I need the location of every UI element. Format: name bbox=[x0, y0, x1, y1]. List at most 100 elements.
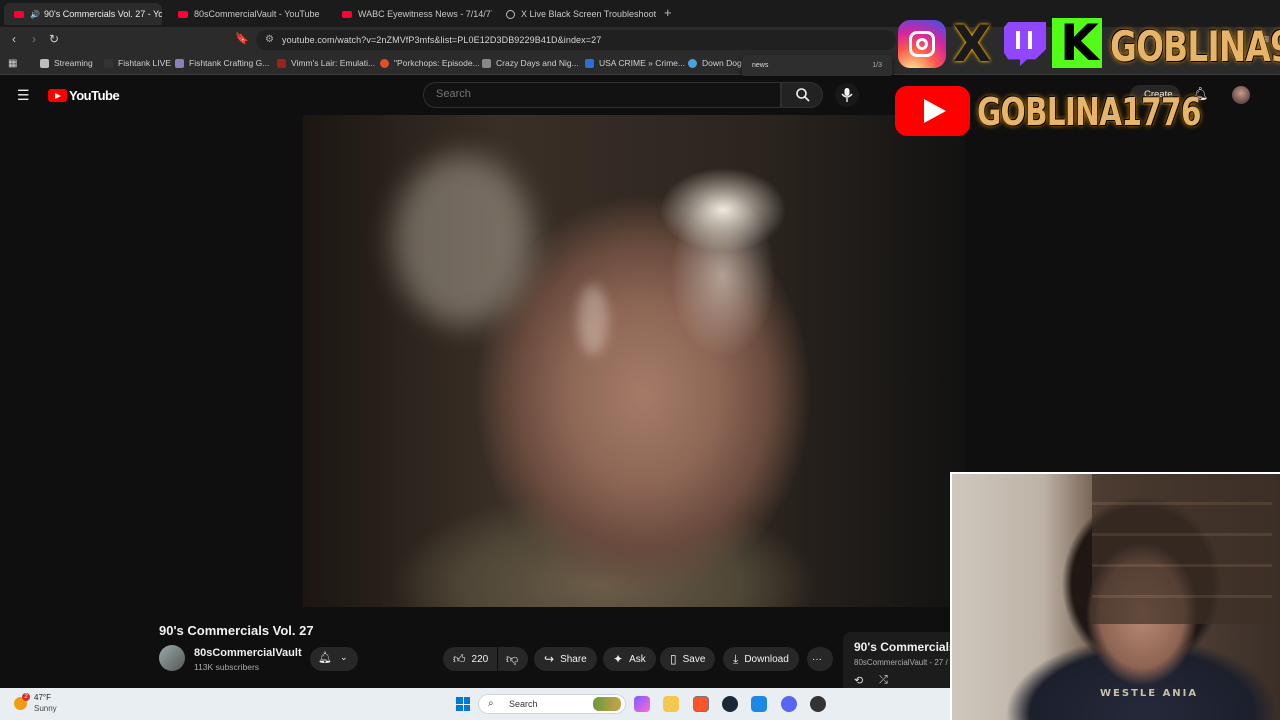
webcam-overlay: WESTLE ANIA bbox=[950, 472, 1280, 720]
youtube-favicon-icon bbox=[178, 10, 188, 18]
shirt-print: WESTLE ANIA bbox=[1100, 688, 1199, 699]
apps-grid-icon[interactable]: ▦ bbox=[8, 58, 17, 69]
bookmark-porkchops[interactable]: "Porkchops: Episode... bbox=[380, 58, 480, 68]
youtube-logo-text[interactable]: YouTube bbox=[69, 88, 120, 103]
ask-label: Ask bbox=[629, 653, 646, 665]
channel-avatar[interactable] bbox=[159, 645, 185, 671]
download-label: Download bbox=[744, 653, 789, 665]
file-explorer-icon[interactable] bbox=[663, 696, 679, 712]
like-button[interactable]: 👍︎ 220 bbox=[443, 647, 497, 671]
ask-button[interactable]: ✦ Ask bbox=[603, 647, 656, 671]
shuffle-icon[interactable]: ⤮ bbox=[879, 674, 888, 687]
tab-x-troubleshooting[interactable]: X Live Black Screen Troubleshooting bbox=[496, 3, 656, 25]
find-count: 1/3 bbox=[872, 62, 882, 69]
discord-icon[interactable] bbox=[781, 696, 797, 712]
bookmark-streaming[interactable]: Streaming bbox=[40, 58, 93, 68]
page-icon bbox=[585, 58, 594, 68]
save-button[interactable]: ▯ Save bbox=[660, 647, 716, 671]
dislike-button[interactable]: 👎︎ bbox=[498, 647, 528, 671]
taskbar-search[interactable]: ⌕ Search bbox=[478, 694, 626, 714]
tab-wabc[interactable]: WABC Eyewitness News - 7/14/77 - Y bbox=[332, 3, 492, 25]
search-highlight-icon bbox=[593, 697, 621, 711]
search-box[interactable] bbox=[423, 82, 781, 108]
fishtank-icon bbox=[104, 58, 113, 68]
address-bar[interactable]: ⚙ youtube.com/watch?v=2nZMVfP3mfs&list=P… bbox=[256, 30, 896, 50]
share-button[interactable]: ↪ Share bbox=[534, 647, 597, 671]
bookmark-down-dog[interactable]: Down Dog bbox=[688, 58, 742, 68]
chevron-down-icon: ⌄ bbox=[340, 652, 348, 662]
overlay-handle-bottom: GOBLINA1776 bbox=[977, 90, 1201, 134]
thumbs-down-icon: 👎︎ bbox=[506, 651, 519, 666]
obs-studio-icon[interactable] bbox=[810, 696, 826, 712]
video-frame-highlight bbox=[393, 155, 533, 325]
loading-spinner-icon bbox=[506, 9, 515, 19]
notepad-icon[interactable] bbox=[751, 696, 767, 712]
thumbs-up-icon: 👍︎ bbox=[453, 651, 466, 666]
page-icon bbox=[175, 58, 184, 68]
back-icon[interactable]: ‹ bbox=[6, 32, 22, 46]
channel-name[interactable]: 80sCommercialVault bbox=[194, 647, 302, 659]
video-player[interactable] bbox=[303, 115, 965, 607]
weather-temperature[interactable]: 47°F bbox=[34, 693, 51, 702]
weather-condition[interactable]: Sunny bbox=[34, 704, 57, 713]
copilot-icon[interactable] bbox=[634, 696, 650, 712]
playlist-title: 90's Commercials bbox=[854, 640, 950, 654]
search-icon: ⌕ bbox=[488, 698, 494, 709]
find-query[interactable]: news bbox=[752, 62, 768, 69]
youtube-logo-icon[interactable] bbox=[48, 89, 67, 102]
share-label: Share bbox=[560, 653, 587, 665]
dog-icon bbox=[688, 58, 697, 68]
tab-active[interactable]: 🔊 90's Commercials Vol. 27 - Yo ✕ bbox=[4, 3, 162, 25]
bookmark-icon: ▯ bbox=[670, 652, 677, 666]
playlist-subtitle: 80sCommercialVault - 27 / bbox=[854, 658, 948, 667]
search-icon bbox=[796, 88, 810, 102]
bookmark-vimms-lair[interactable]: Vimm's Lair: Emulati... bbox=[277, 58, 375, 68]
search-input[interactable] bbox=[436, 88, 766, 100]
youtube-favicon-icon bbox=[342, 10, 352, 18]
page-icon bbox=[482, 58, 491, 68]
search-button[interactable] bbox=[781, 82, 823, 108]
webcam-shelf bbox=[1092, 474, 1272, 624]
tab-channel[interactable]: 80sCommercialVault - YouTube bbox=[168, 3, 328, 25]
new-tab-button[interactable]: + bbox=[664, 5, 672, 20]
sparkle-icon: ✦ bbox=[613, 652, 624, 666]
find-in-page-popup[interactable]: news 1/3 bbox=[742, 55, 892, 77]
more-icon: ··· bbox=[812, 653, 822, 665]
vimm-icon bbox=[277, 58, 286, 68]
tab-audio-icon[interactable]: 🔊 bbox=[30, 10, 40, 19]
site-info-icon[interactable]: ⚙ bbox=[265, 34, 274, 45]
bookmark-fishtank-crafting[interactable]: Fishtank Crafting G... bbox=[175, 58, 269, 68]
voice-search-button[interactable] bbox=[835, 83, 859, 107]
globe-icon bbox=[380, 58, 389, 68]
like-count: 220 bbox=[471, 653, 489, 665]
more-actions-button[interactable]: ··· bbox=[807, 647, 833, 671]
steam-icon[interactable] bbox=[722, 696, 738, 712]
forward-icon[interactable]: › bbox=[26, 32, 42, 46]
reload-icon[interactable]: ↻ bbox=[46, 32, 62, 46]
tab-label: 90's Commercials Vol. 27 - Yo bbox=[43, 9, 162, 19]
bookmark-page-icon[interactable]: 🔖 bbox=[234, 32, 250, 45]
download-button[interactable]: ⤓ Download bbox=[723, 647, 799, 671]
subscriber-count: 113K subscribers bbox=[194, 662, 260, 672]
windows-taskbar bbox=[0, 688, 950, 720]
windows-start-icon[interactable] bbox=[456, 697, 470, 711]
youtube-big-logo-icon bbox=[895, 86, 970, 136]
folder-icon bbox=[40, 58, 49, 68]
share-icon: ↪ bbox=[544, 652, 555, 666]
bookmark-usa-crime[interactable]: USA CRIME » Crime... bbox=[585, 58, 685, 68]
loop-icon[interactable]: ⟲ bbox=[854, 674, 863, 687]
video-title: 90's Commercials Vol. 27 bbox=[159, 623, 314, 638]
bookmark-crazy-days[interactable]: Crazy Days and Nig... bbox=[482, 58, 579, 68]
hamburger-menu-icon[interactable]: ☰ bbox=[17, 87, 30, 104]
playlist-panel[interactable]: 90's Commercials 80sCommercialVault - 27… bbox=[843, 632, 950, 690]
youtube-favicon-icon bbox=[14, 10, 24, 18]
account-avatar[interactable] bbox=[1232, 86, 1250, 104]
tab-label: WABC Eyewitness News - 7/14/77 - Y bbox=[358, 9, 492, 19]
bookmark-fishtank-live[interactable]: Fishtank LIVE bbox=[104, 58, 171, 68]
brave-browser-icon[interactable] bbox=[693, 696, 709, 712]
weather-badge: 2 bbox=[22, 693, 30, 701]
instagram-logo-icon bbox=[898, 20, 946, 68]
x-logo-icon: X bbox=[952, 15, 992, 73]
subscription-bell-button[interactable]: 🔔︎ ⌄ bbox=[310, 647, 358, 671]
video-frame-nose bbox=[578, 285, 608, 355]
